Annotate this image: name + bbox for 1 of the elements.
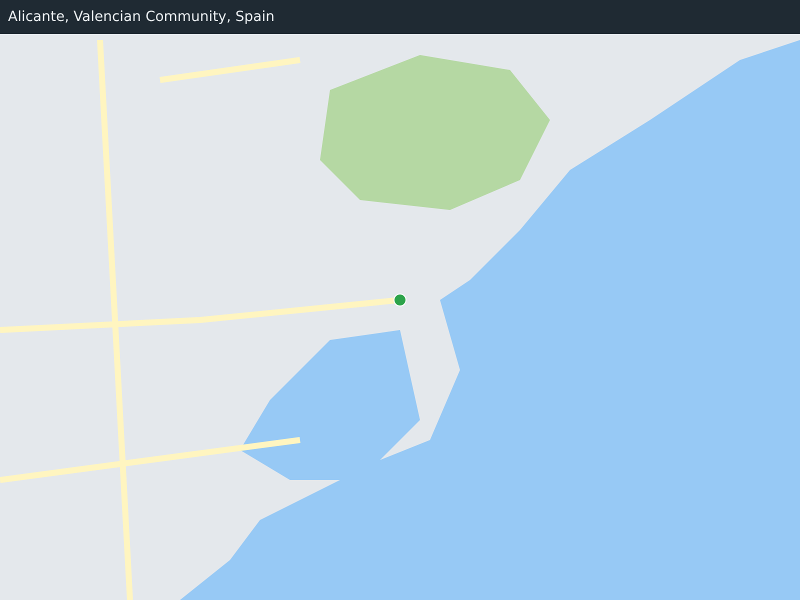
location-title: Alicante, Valencian Community, Spain <box>8 9 274 25</box>
